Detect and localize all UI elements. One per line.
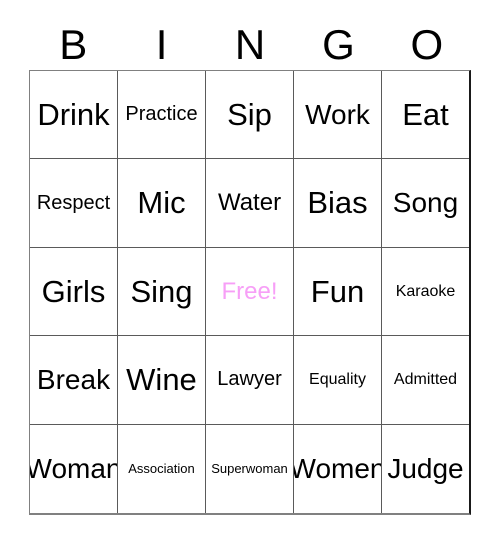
- bingo-row: Girls Sing Free! Fun Karaoke: [30, 247, 469, 337]
- bingo-cell[interactable]: Practice: [118, 71, 206, 160]
- bingo-header-letter-g: G: [322, 20, 355, 68]
- bingo-cell[interactable]: Song: [382, 159, 469, 248]
- bingo-header-letter-b: B: [59, 20, 88, 68]
- bingo-cell[interactable]: Karaoke: [382, 248, 469, 337]
- bingo-header-letter-o: O: [410, 20, 444, 68]
- bingo-row: Drink Practice Sip Work Eat: [30, 71, 469, 160]
- bingo-cell[interactable]: Break: [30, 336, 118, 425]
- bingo-cell[interactable]: Women: [294, 424, 382, 514]
- bingo-free-space[interactable]: Free!: [206, 247, 294, 337]
- bingo-cell[interactable]: Sing: [118, 247, 206, 337]
- bingo-cell[interactable]: Superwoman: [206, 424, 294, 514]
- bingo-cell[interactable]: Judge: [382, 425, 469, 513]
- bingo-cell[interactable]: Drink: [30, 71, 118, 160]
- bingo-cell[interactable]: Lawyer: [206, 336, 294, 425]
- bingo-row: Woman Association Superwoman Women Judge: [30, 424, 469, 514]
- bingo-header-letter-n: N: [234, 20, 266, 68]
- bingo-cell[interactable]: Admitted: [382, 336, 469, 425]
- bingo-cell[interactable]: Water: [206, 159, 294, 248]
- bingo-cell[interactable]: Association: [118, 424, 206, 514]
- bingo-cell[interactable]: Fun: [294, 247, 382, 337]
- bingo-header-letter-i: I: [155, 20, 168, 68]
- bingo-cell[interactable]: Bias: [294, 159, 382, 248]
- bingo-row: Respect Mic Water Bias Song: [30, 159, 469, 248]
- bingo-header-row: B I N G O: [29, 19, 471, 70]
- bingo-cell[interactable]: Equality: [294, 336, 382, 425]
- bingo-cell[interactable]: Mic: [118, 159, 206, 248]
- bingo-cell[interactable]: Eat: [382, 71, 469, 160]
- bingo-cell[interactable]: Wine: [118, 336, 206, 425]
- bingo-grid: Drink Practice Sip Work Eat Respect Mic Water Bi…: [29, 70, 471, 515]
- bingo-cell[interactable]: Girls: [30, 247, 118, 337]
- bingo-cell[interactable]: Sip: [206, 71, 294, 160]
- bingo-row: Break Wine Lawyer Equality Admitted: [30, 336, 469, 425]
- bingo-card: B I N G O Drink Practice Sip Work Eat Respect…: [0, 0, 500, 544]
- bingo-cell[interactable]: Respect: [30, 159, 118, 248]
- bingo-cell[interactable]: Woman: [30, 424, 118, 514]
- bingo-cell[interactable]: Work: [294, 71, 382, 160]
